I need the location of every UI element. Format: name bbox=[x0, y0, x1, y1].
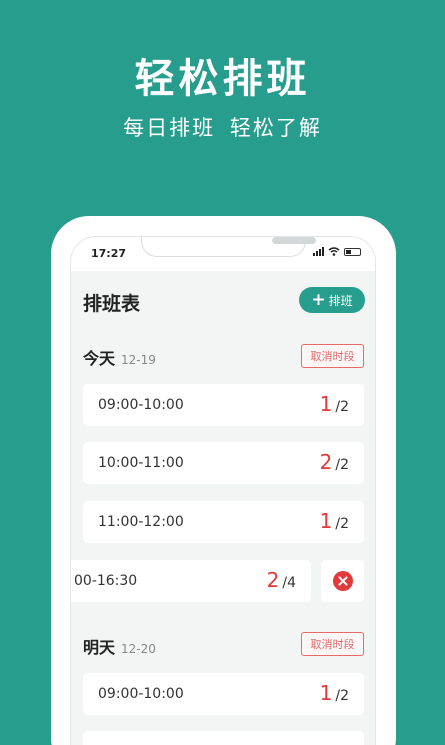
phone-screen: 17:27 排班表 + 排班 今天 12-19 取消时段 09:00-10:00 bbox=[70, 236, 376, 745]
hero-subtitle: 每日排班 轻松了解 bbox=[123, 116, 322, 140]
day-date: 12-20 bbox=[121, 642, 156, 656]
slot-count: 1 /2 bbox=[320, 392, 349, 416]
slot-count: 2 /2 bbox=[320, 450, 349, 474]
slot-filled: 2 bbox=[266, 568, 280, 592]
day-header-tomorrow: 明天 12-20 bbox=[83, 634, 156, 658]
time-slot[interactable]: 10:00-11:00 2 /2 bbox=[83, 442, 364, 484]
slot-filled: 1 bbox=[319, 392, 333, 416]
day-name: 今天 bbox=[83, 349, 116, 368]
slot-total: /2 bbox=[335, 688, 349, 704]
day-name: 明天 bbox=[83, 638, 116, 657]
time-slot[interactable]: 09:00-10:00 1 /2 bbox=[83, 384, 364, 426]
slot-total: /4 bbox=[282, 575, 296, 591]
status-time: 17:27 bbox=[91, 247, 127, 260]
slot-total: /2 bbox=[335, 457, 349, 473]
slot-time-range: 11:00-12:00 bbox=[98, 514, 184, 530]
delete-slot-button[interactable] bbox=[321, 560, 364, 602]
system-icons bbox=[313, 247, 361, 256]
close-icon bbox=[332, 571, 353, 591]
battery-icon bbox=[344, 247, 361, 256]
slot-total: /2 bbox=[335, 399, 349, 415]
add-schedule-label: 排班 bbox=[328, 293, 353, 308]
time-slot[interactable]: 09:00-10:00 1 /2 bbox=[83, 673, 364, 715]
slot-time-range: 00-16:30 bbox=[74, 573, 138, 589]
status-bar: 17:27 bbox=[71, 237, 375, 271]
slot-filled: 2 bbox=[319, 450, 333, 474]
cancel-slot-button[interactable]: 取消时段 bbox=[301, 632, 364, 656]
slot-time-range: 09:00-10:00 bbox=[98, 397, 184, 413]
slot-total: /2 bbox=[335, 516, 349, 532]
slot-filled: 1 bbox=[319, 681, 333, 705]
wifi-icon bbox=[328, 247, 340, 256]
time-slot-swiped[interactable]: 00-16:30 2 /4 bbox=[71, 560, 311, 602]
slot-filled: 1 bbox=[319, 509, 333, 533]
add-schedule-button[interactable]: + 排班 bbox=[299, 287, 365, 313]
time-slot[interactable] bbox=[83, 731, 364, 745]
plus-icon: + bbox=[311, 289, 326, 310]
slot-time-range: 10:00-11:00 bbox=[98, 455, 184, 471]
hero-title: 轻松排班 bbox=[134, 56, 311, 102]
speaker-grille bbox=[272, 237, 316, 244]
phone-notch bbox=[141, 237, 316, 257]
slot-count: 1 /2 bbox=[320, 681, 349, 705]
slot-count: 1 /2 bbox=[320, 509, 349, 533]
page-title: 排班表 bbox=[83, 293, 141, 315]
signal-icon bbox=[313, 247, 324, 256]
day-date: 12-19 bbox=[121, 353, 156, 367]
day-header-today: 今天 12-19 bbox=[83, 345, 156, 369]
time-slot[interactable]: 11:00-12:00 1 /2 bbox=[83, 501, 364, 543]
cancel-slot-button[interactable]: 取消时段 bbox=[301, 344, 364, 368]
slot-count: 2 /4 bbox=[267, 568, 296, 592]
slot-time-range: 09:00-10:00 bbox=[98, 686, 184, 702]
